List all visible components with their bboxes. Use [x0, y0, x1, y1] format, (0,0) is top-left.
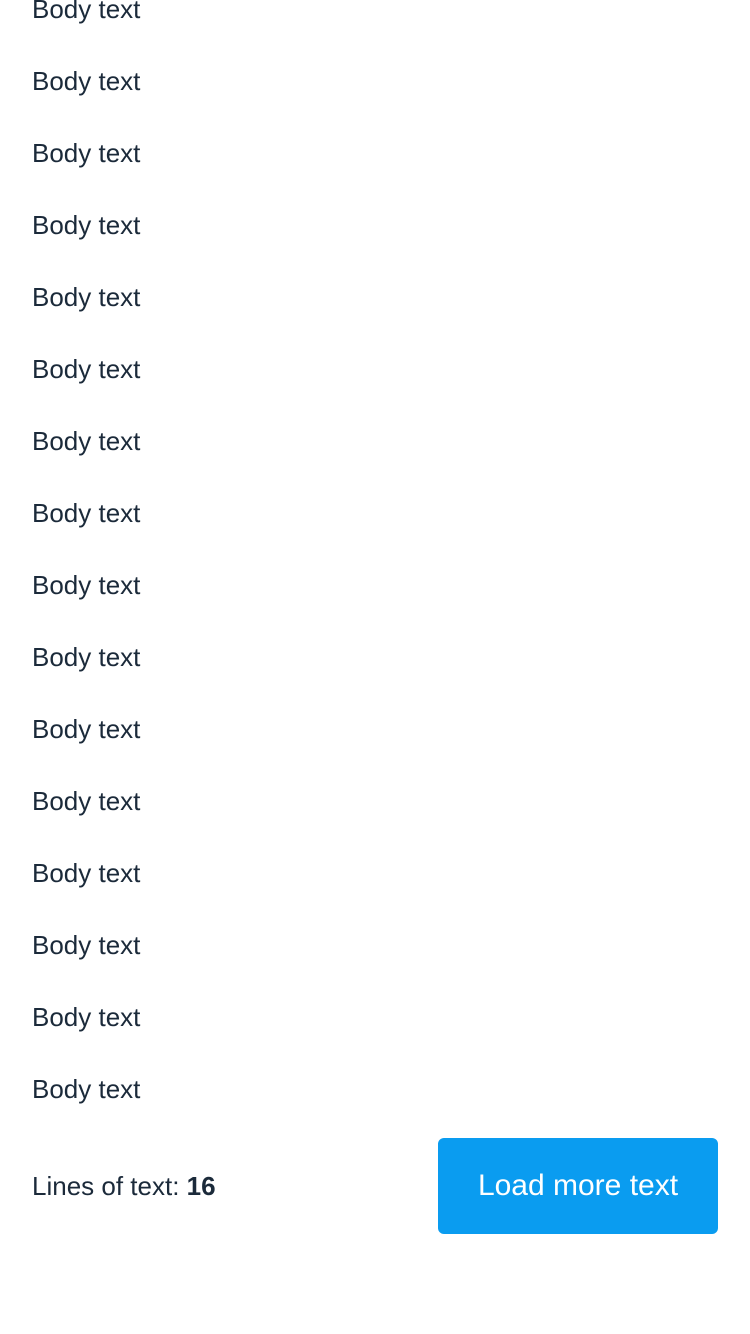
body-text-line: Body text: [32, 570, 141, 600]
load-more-button[interactable]: Load more text: [438, 1138, 718, 1234]
body-text-line: Body text: [32, 0, 141, 24]
line-counter: Lines of text: 16: [32, 1138, 216, 1234]
body-text-line: Body text: [32, 1002, 141, 1032]
body-text-line: Body text: [32, 282, 141, 312]
body-text-line: Body text: [32, 210, 141, 240]
body-text-line: Body text: [32, 858, 141, 888]
body-text-line: Body text: [32, 426, 141, 456]
body-text-line: Body text: [32, 714, 141, 744]
footer-bar: Lines of text: 16 Load more text: [32, 1138, 718, 1234]
body-text-line: Body text: [32, 66, 141, 96]
body-text-line: Body text: [32, 138, 141, 168]
body-text-line: Body text: [32, 786, 141, 816]
body-text-line: Body text: [32, 354, 141, 384]
body-text-line: Body text: [32, 1074, 141, 1104]
body-text-list: Body text Body text Body text Body text …: [32, 0, 140, 1134]
body-text-line: Body text: [32, 930, 141, 960]
body-text-line: Body text: [32, 642, 141, 672]
line-counter-value: 16: [186, 1171, 216, 1201]
body-text-line: Body text: [32, 498, 141, 528]
line-counter-label: Lines of text:: [32, 1171, 180, 1201]
